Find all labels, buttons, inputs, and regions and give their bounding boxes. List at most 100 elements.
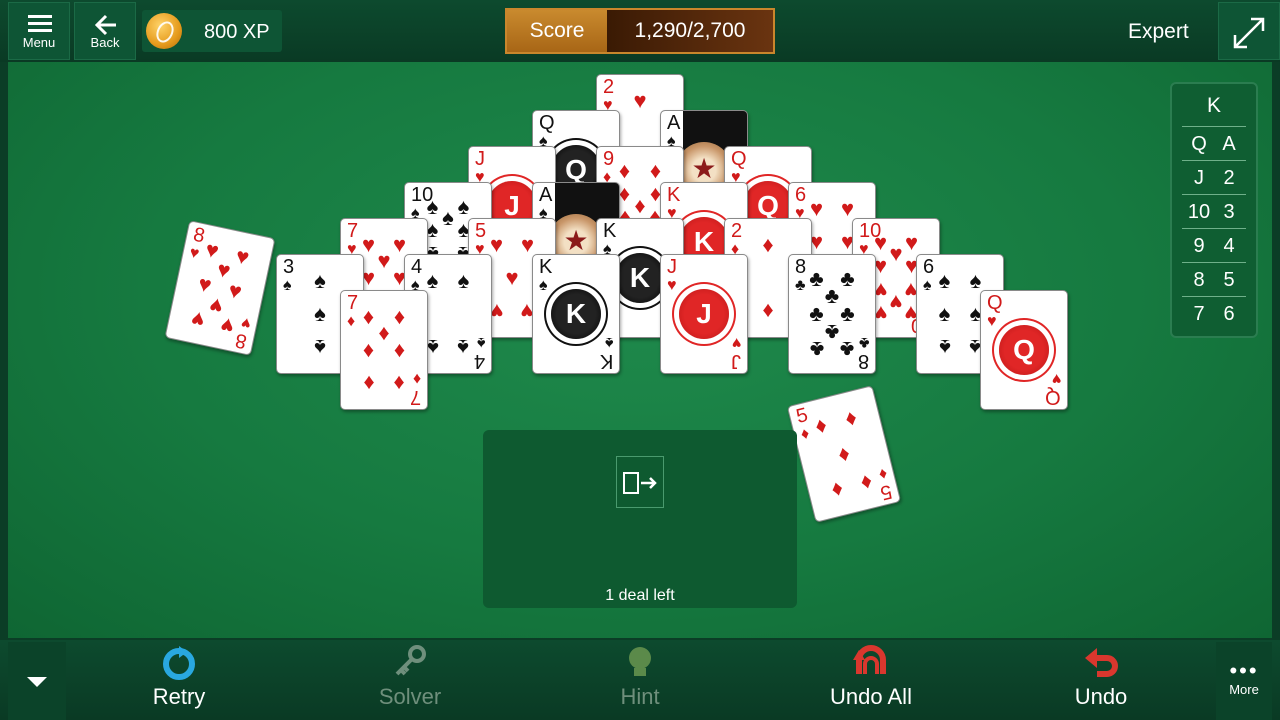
back-button[interactable]: Back xyxy=(74,2,136,60)
card-pip: ♠ xyxy=(314,267,326,293)
undo-icon xyxy=(1085,648,1118,677)
menu-label: Menu xyxy=(22,35,56,50)
chevron-down-icon xyxy=(27,677,47,687)
card-suit-bottom-icon: ♥ xyxy=(1051,370,1062,387)
card-pip: ♦ xyxy=(362,371,375,397)
collapse-button[interactable] xyxy=(8,642,66,720)
card-rank: J xyxy=(667,256,677,278)
bottom-bar: Retry Solver Hint Undo All Undo ••• More xyxy=(0,640,1280,720)
card-pip: ♠ xyxy=(426,267,439,293)
card-pip: ♠ xyxy=(457,335,470,361)
card-suit-bottom-icon: ♠ xyxy=(476,334,486,351)
card-suit-bottom-icon: ♥ xyxy=(239,313,253,332)
remaining-rank: 6 xyxy=(1223,303,1235,325)
face-card-medallion: Q xyxy=(999,325,1049,375)
card-suit-icon: ♠ xyxy=(539,277,548,294)
card-suit-icon: ♦ xyxy=(799,425,812,444)
pyramid-card[interactable]: J♥JJ♥ xyxy=(660,254,748,374)
card-pip: ♣ xyxy=(809,301,824,326)
card-rank-bottom: 5 xyxy=(877,479,894,505)
card-pip: ♦ xyxy=(812,411,830,439)
remaining-rank: 4 xyxy=(1223,235,1235,257)
card-pip: ♥ xyxy=(809,195,824,221)
remaining-ranks-row: 76 xyxy=(1182,296,1246,330)
card-pip: ♥ xyxy=(505,265,519,290)
pyramid-card[interactable]: 8 ♣ ♣ ♣ ♣ ♣ ♣ ♣ ♣ ♣ 8 ♣ xyxy=(788,254,876,374)
card-rank-bottom: J xyxy=(731,350,741,372)
remaining-rank-top: K xyxy=(1206,94,1221,117)
xp-coin-icon xyxy=(146,13,182,49)
card-rank: K xyxy=(539,256,553,278)
card-rank: Q xyxy=(987,292,1003,314)
hint-button[interactable]: Hint xyxy=(580,644,700,710)
fullscreen-button[interactable] xyxy=(1218,2,1280,60)
deals-left-text: 1 deal left xyxy=(605,587,675,604)
card-pip: ♥ xyxy=(233,242,252,270)
face-card-medallion: K xyxy=(551,289,601,339)
card-pip: ♦ xyxy=(393,303,406,329)
card-rank-bottom: 8 xyxy=(857,350,869,372)
card-pip: ♦ xyxy=(362,337,375,362)
card-rank: 2 xyxy=(603,76,615,98)
remaining-rank: 5 xyxy=(1223,269,1235,291)
card-pip: ♣ xyxy=(809,337,824,363)
card-rank: K xyxy=(667,184,681,206)
card-rank: 5 xyxy=(794,403,811,429)
remaining-ranks-row: J2 xyxy=(1182,160,1246,194)
card-pip: ♥ xyxy=(873,229,888,255)
retry-button[interactable]: Retry xyxy=(119,644,239,710)
hint-label: Hint xyxy=(620,684,660,709)
card-rank-bottom: Q xyxy=(1045,386,1061,408)
card-pip: ♥ xyxy=(889,289,903,315)
remaining-ranks-row: 85 xyxy=(1182,262,1246,296)
undo-all-icon xyxy=(853,645,886,674)
pyramid-card[interactable]: 7 ♦ ♦ ♦ ♦ ♦ ♦ ♦ ♦ 7 ♦ xyxy=(340,290,428,410)
card-pip: ♥ xyxy=(188,306,207,334)
card-pip: ♠ xyxy=(442,205,454,231)
card-pip: ♦ xyxy=(618,157,631,183)
solver-label: Solver xyxy=(378,684,442,709)
undo-button[interactable]: Undo xyxy=(1041,644,1161,710)
card-pip: ♠ xyxy=(969,267,982,293)
score-label: Score xyxy=(507,10,607,52)
card-pip: ♥ xyxy=(392,231,406,257)
score-display: Score 1,290/2,700 xyxy=(505,8,775,54)
card-rank: 6 xyxy=(795,184,807,206)
card-suit-icon: ♠ xyxy=(283,277,292,294)
retry-label: Retry xyxy=(152,684,206,709)
menu-button[interactable]: Menu xyxy=(8,2,70,60)
pyramid-card[interactable]: K♠KK♠ xyxy=(532,254,620,374)
card-pip: ♠ xyxy=(938,335,951,361)
card-pip: ♠ xyxy=(314,335,326,361)
card-pip: ♦ xyxy=(393,371,406,397)
remaining-ranks-row: 94 xyxy=(1182,228,1246,262)
xp-display: 800 XP xyxy=(142,10,282,52)
card-pip: ♣ xyxy=(840,265,855,291)
more-button[interactable]: ••• More xyxy=(1216,642,1272,720)
card-rank: 8 xyxy=(191,223,207,248)
card-pip: ♦ xyxy=(835,440,853,468)
card-rank: 3 xyxy=(283,256,295,278)
card-rank: 4 xyxy=(411,256,423,278)
card-suit-bottom-icon: ♦ xyxy=(876,464,889,483)
face-card-medallion: K xyxy=(615,253,665,303)
card-pip: ♦ xyxy=(858,469,876,497)
card-pip: ♥ xyxy=(218,312,237,340)
card-pip: ♠ xyxy=(314,301,326,326)
card-pip: ♥ xyxy=(195,270,214,298)
card-suit-bottom-icon: ♥ xyxy=(731,334,742,351)
card-pip: ♦ xyxy=(649,157,662,183)
pyramid-card[interactable]: Q♥QQ♥ xyxy=(980,290,1068,410)
undo-all-button[interactable]: Undo All xyxy=(811,644,931,710)
remaining-rank: 8 xyxy=(1193,269,1205,291)
draw-arrow-icon[interactable] xyxy=(616,456,664,508)
card-suit-icon: ♦ xyxy=(347,313,356,330)
card-pip: ♥ xyxy=(203,236,222,264)
card-rank: A xyxy=(667,112,681,134)
card-rank: 6 xyxy=(923,256,935,278)
remaining-ranks-row: QA xyxy=(1182,126,1246,160)
card-rank: Q xyxy=(731,148,747,170)
xp-value: 800 XP xyxy=(204,21,270,43)
card-pip: ♥ xyxy=(904,229,918,255)
solver-button[interactable]: Solver xyxy=(350,644,470,710)
